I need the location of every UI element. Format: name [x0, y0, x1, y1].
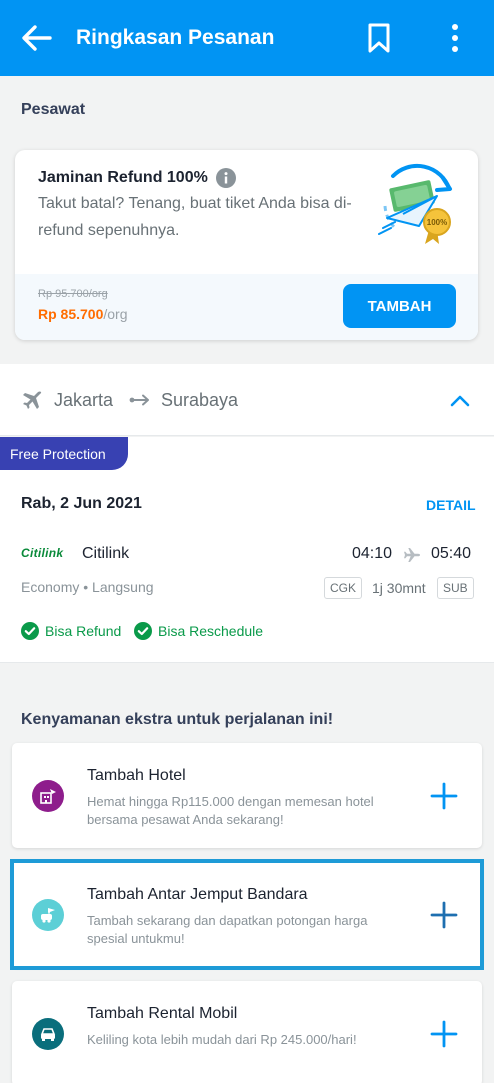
extra-title: Tambah Hotel	[87, 767, 186, 784]
section-label-flight: Pesawat	[21, 101, 86, 118]
route-origin: Jakarta	[54, 390, 114, 410]
refund-illustration-icon: 100%	[378, 163, 452, 244]
free-protection-tag: Free Protection	[0, 437, 128, 470]
page-title: Ringkasan Pesanan	[76, 26, 275, 49]
bookmark-icon[interactable]	[366, 22, 392, 54]
app-bar: Ringkasan Pesanan	[0, 0, 494, 76]
route-destination: Surabaya	[161, 390, 239, 410]
extra-description: Tambah sekarang dan dapatkan potongan ha…	[87, 913, 368, 946]
destination-airport-code: SUB	[437, 577, 474, 599]
airport-transfer-icon	[32, 899, 64, 931]
origin-airport-code: CGK	[324, 577, 363, 599]
flight-duration: 1j 30mnt	[372, 580, 426, 596]
flight-detail-card: Free Protection Rab, 2 Jun 2021 DETAIL C…	[0, 437, 494, 663]
plus-icon[interactable]	[430, 782, 458, 810]
route-arrow-icon	[129, 394, 149, 406]
add-refund-button[interactable]: TAMBAH	[343, 284, 456, 328]
add-airport-transfer-card[interactable]: Tambah Antar Jemput Bandara Tambah sekar…	[12, 862, 482, 967]
perk-refund: Bisa Refund	[21, 622, 121, 640]
hotel-icon	[32, 780, 64, 812]
price-unit: /org	[103, 306, 128, 322]
back-arrow-icon[interactable]	[20, 22, 54, 54]
chevron-up-icon[interactable]	[450, 392, 470, 408]
flight-date: Rab, 2 Jun 2021	[21, 495, 142, 512]
old-price: Rp 95.700/org	[38, 288, 108, 300]
price-row: Rp 85.700/org	[38, 306, 128, 322]
refund-guarantee-card: Jaminan Refund 100% Takut batal? Tenang,…	[15, 150, 478, 340]
car-icon	[32, 1018, 64, 1050]
airline-logo: Citilink	[21, 546, 64, 560]
plus-icon[interactable]	[430, 901, 458, 929]
arrival-time: 05:40	[431, 545, 472, 562]
extra-title: Tambah Antar Jemput Bandara	[87, 886, 308, 903]
detail-link[interactable]: DETAIL	[426, 497, 476, 513]
route-header[interactable]: Jakarta Surabaya	[0, 364, 494, 436]
cabin-class: Economy • Langsung	[21, 579, 154, 595]
refund-title: Jaminan Refund 100%	[38, 169, 208, 186]
airplane-small-icon	[404, 548, 420, 562]
extra-description: Hemat hingga Rp115.000 dengan memesan ho…	[87, 794, 374, 827]
refund-description: Takut batal? Tenang, buat tiket Anda bis…	[38, 195, 352, 239]
departure-time: 04:10	[352, 545, 393, 562]
section-label-extras: Kenyamanan ekstra untuk perjalanan ini!	[21, 711, 334, 728]
perk-reschedule: Bisa Reschedule	[134, 622, 263, 640]
perk-label: Bisa Refund	[45, 623, 122, 639]
perk-label: Bisa Reschedule	[158, 623, 264, 639]
refund-price: Rp 85.700	[38, 306, 104, 322]
extra-description: Keliling kota lebih mudah dari Rp 245.00…	[87, 1032, 357, 1047]
check-circle-icon	[21, 622, 39, 640]
add-car-rental-card[interactable]: Tambah Rental Mobil Keliling kota lebih …	[12, 981, 482, 1083]
airline-name: Citilink	[82, 545, 130, 562]
plus-icon[interactable]	[430, 1020, 458, 1048]
more-options-icon[interactable]	[444, 22, 466, 54]
refund-price-bar: Rp 95.700/org Rp 85.700/org TAMBAH	[15, 274, 478, 340]
add-hotel-card[interactable]: Tambah Hotel Hemat hingga Rp115.000 deng…	[12, 743, 482, 848]
extra-title: Tambah Rental Mobil	[87, 1005, 238, 1022]
info-icon[interactable]	[216, 168, 236, 188]
airplane-icon	[23, 391, 42, 409]
badge-text: 100%	[427, 218, 447, 227]
check-circle-icon	[134, 622, 152, 640]
